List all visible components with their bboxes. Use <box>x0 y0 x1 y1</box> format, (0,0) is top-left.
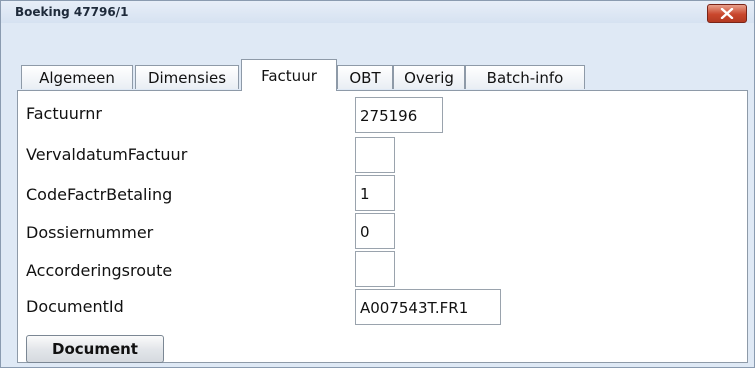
document-id-field[interactable]: A007543T.FR1 <box>355 289 501 325</box>
tab-overig[interactable]: Overig <box>393 65 465 89</box>
tab-dimensies[interactable]: Dimensies <box>135 65 239 89</box>
label-vervaldatum-factuur: VervaldatumFactuur <box>26 145 188 164</box>
vervaldatum-factuur-field[interactable] <box>355 137 395 173</box>
label-accorderingsroute: Accorderingsroute <box>26 261 173 280</box>
tab-strip: Algemeen Dimensies Factuur OBT Overig Ba… <box>1 1 754 95</box>
code-factr-betaling-field[interactable]: 1 <box>355 175 395 211</box>
tab-factuur[interactable]: Factuur <box>241 59 337 91</box>
factuurnr-field[interactable]: 275196 <box>355 97 443 133</box>
tab-obt[interactable]: OBT <box>337 65 393 89</box>
tab-algemeen[interactable]: Algemeen <box>21 65 133 89</box>
label-dossiernummer: Dossiernummer <box>26 223 154 242</box>
tab-batch-info[interactable]: Batch-info <box>465 65 585 89</box>
accorderingsroute-field[interactable] <box>355 251 395 287</box>
label-document-id: DocumentId <box>26 297 124 316</box>
booking-dialog: Boeking 47796/1 Algemeen Dimensies Factu… <box>0 0 755 368</box>
document-button[interactable]: Document <box>26 335 164 363</box>
label-code-factr-betaling: CodeFactrBetaling <box>26 185 173 204</box>
factuur-panel: Factuurnr 275196 VervaldatumFactuur Code… <box>17 90 748 363</box>
dossiernummer-field[interactable]: 0 <box>355 213 395 249</box>
label-factuurnr: Factuurnr <box>26 104 102 123</box>
